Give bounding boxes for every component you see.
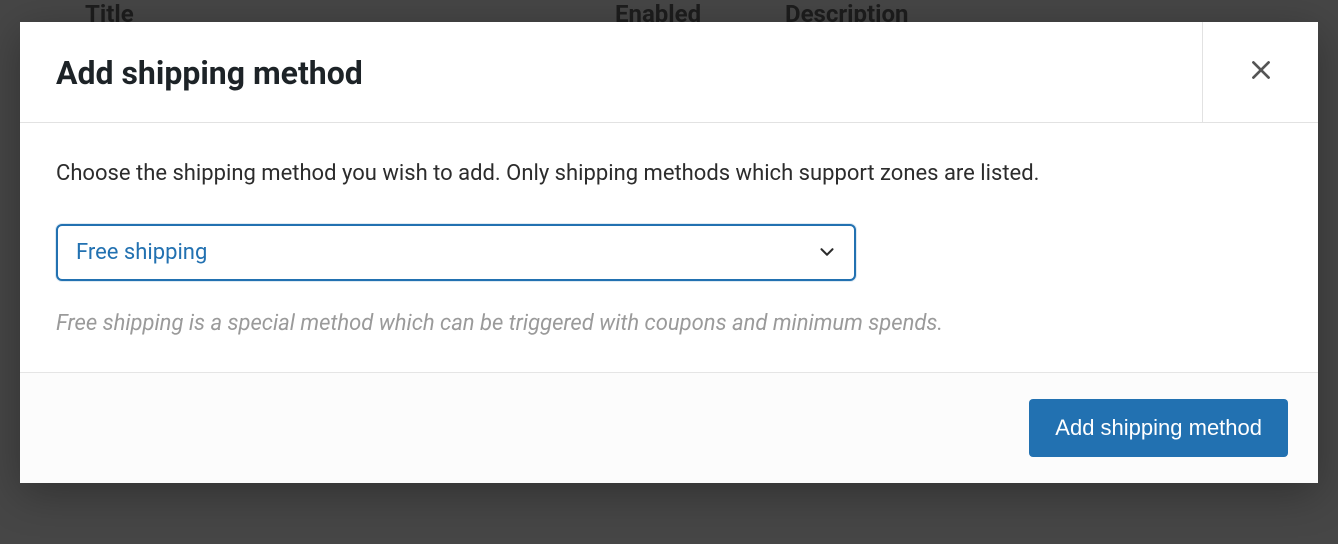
instruction-text: Choose the shipping method you wish to a…	[56, 159, 1282, 190]
shipping-method-select-wrapper: Free shipping	[56, 224, 856, 281]
modal-body: Choose the shipping method you wish to a…	[20, 123, 1318, 372]
close-icon	[1248, 57, 1274, 87]
shipping-method-select[interactable]: Free shipping	[56, 224, 856, 281]
modal-title: Add shipping method	[20, 22, 1202, 122]
close-button[interactable]	[1202, 22, 1318, 122]
add-shipping-method-button[interactable]: Add shipping method	[1029, 399, 1288, 457]
select-help-text: Free shipping is a special method which …	[56, 309, 1282, 340]
add-shipping-method-modal: Add shipping method Choose the shipping …	[20, 22, 1318, 483]
modal-header: Add shipping method	[20, 22, 1318, 123]
select-selected-label: Free shipping	[76, 240, 207, 265]
modal-footer: Add shipping method	[20, 372, 1318, 483]
